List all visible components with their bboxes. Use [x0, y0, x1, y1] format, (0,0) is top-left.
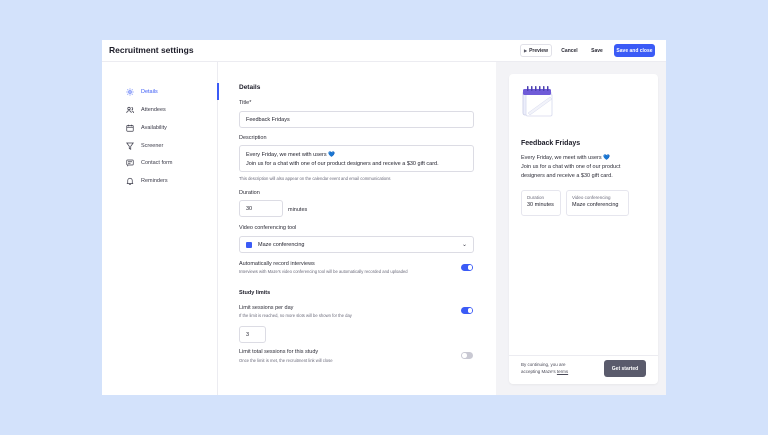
- sidebar-item-screener[interactable]: Screener: [126, 140, 163, 152]
- sidebar: Details Attendees Availability Screener …: [102, 62, 218, 395]
- calendar-icon: [126, 124, 134, 132]
- filter-icon: [126, 142, 134, 150]
- preview-card: Feedback Fridays Every Friday, we meet w…: [509, 74, 658, 384]
- limit-total-label: Limit total sessions for this study: [239, 349, 319, 355]
- description-help: This description will also appear on the…: [239, 176, 391, 181]
- terms-link[interactable]: terms: [557, 369, 568, 374]
- form-icon: [126, 159, 134, 167]
- auto-record-help: Interviews with Maze's video conferencin…: [239, 269, 408, 274]
- auto-record-label: Automatically record interviews: [239, 261, 315, 267]
- bell-icon: [126, 177, 134, 185]
- limit-per-day-input[interactable]: 3: [239, 326, 266, 343]
- play-icon: ▶: [524, 48, 528, 53]
- save-button[interactable]: Save: [586, 44, 608, 57]
- limit-per-day-toggle[interactable]: [461, 307, 473, 314]
- get-started-button[interactable]: Get started: [604, 360, 646, 377]
- duration-input[interactable]: 30: [239, 200, 283, 217]
- sidebar-item-availability[interactable]: Availability: [126, 122, 167, 134]
- preview-title: Feedback Fridays: [521, 140, 581, 147]
- cancel-button[interactable]: Cancel: [556, 44, 583, 57]
- sidebar-item-details[interactable]: Details: [126, 86, 158, 98]
- limit-total-help: Once the limit is met, the recruitment l…: [239, 358, 333, 363]
- save-and-close-button[interactable]: Save and close: [614, 44, 655, 57]
- title-input[interactable]: Feedback Fridays: [239, 111, 474, 128]
- auto-record-toggle[interactable]: [461, 264, 473, 271]
- section-title: Details: [239, 84, 261, 91]
- video-tool-label: Video conferencing tool: [239, 225, 297, 231]
- limit-per-day-help: If the limit is reached, no more slots w…: [239, 313, 352, 318]
- details-form: Details Title* Feedback Fridays Descript…: [218, 62, 496, 395]
- card-divider: [509, 355, 658, 356]
- description-label: Description: [239, 135, 267, 141]
- consent-text: By continuing, you are accepting Maze's …: [521, 362, 569, 374]
- description-textarea[interactable]: Every Friday, we meet with users 💙 Join …: [239, 145, 474, 172]
- sidebar-item-contact-form[interactable]: Contact form: [126, 157, 172, 169]
- header-bar: Recruitment settings ▶ Preview Cancel Sa…: [102, 40, 666, 62]
- study-limits-title: Study limits: [239, 290, 271, 296]
- video-tool-select[interactable]: Maze conferencing ⌄: [239, 236, 474, 253]
- limit-per-day-label: Limit sessions per day: [239, 305, 294, 311]
- preview-video-box: Video conferencing Maze conferencing: [566, 190, 629, 216]
- preview-duration-box: Duration 30 minutes: [521, 190, 561, 216]
- page-title: Recruitment settings: [109, 45, 194, 55]
- chevron-down-icon: ⌄: [461, 242, 467, 248]
- duration-label: Duration: [239, 190, 260, 196]
- sidebar-item-attendees[interactable]: Attendees: [126, 104, 166, 116]
- gear-icon: [126, 88, 134, 96]
- preview-description: Every Friday, we meet with users 💙 Join …: [521, 155, 621, 179]
- calendar-illustration-icon: [522, 86, 553, 117]
- maze-logo-icon: [246, 241, 252, 248]
- duration-unit: minutes: [288, 207, 308, 213]
- users-icon: [126, 106, 134, 114]
- limit-total-toggle[interactable]: [461, 352, 473, 359]
- settings-window: Recruitment settings ▶ Preview Cancel Sa…: [102, 40, 666, 395]
- title-label: Title*: [239, 100, 252, 106]
- preview-panel: Feedback Fridays Every Friday, we meet w…: [496, 62, 666, 395]
- preview-button[interactable]: ▶ Preview: [520, 44, 552, 57]
- sidebar-item-reminders[interactable]: Reminders: [126, 175, 168, 187]
